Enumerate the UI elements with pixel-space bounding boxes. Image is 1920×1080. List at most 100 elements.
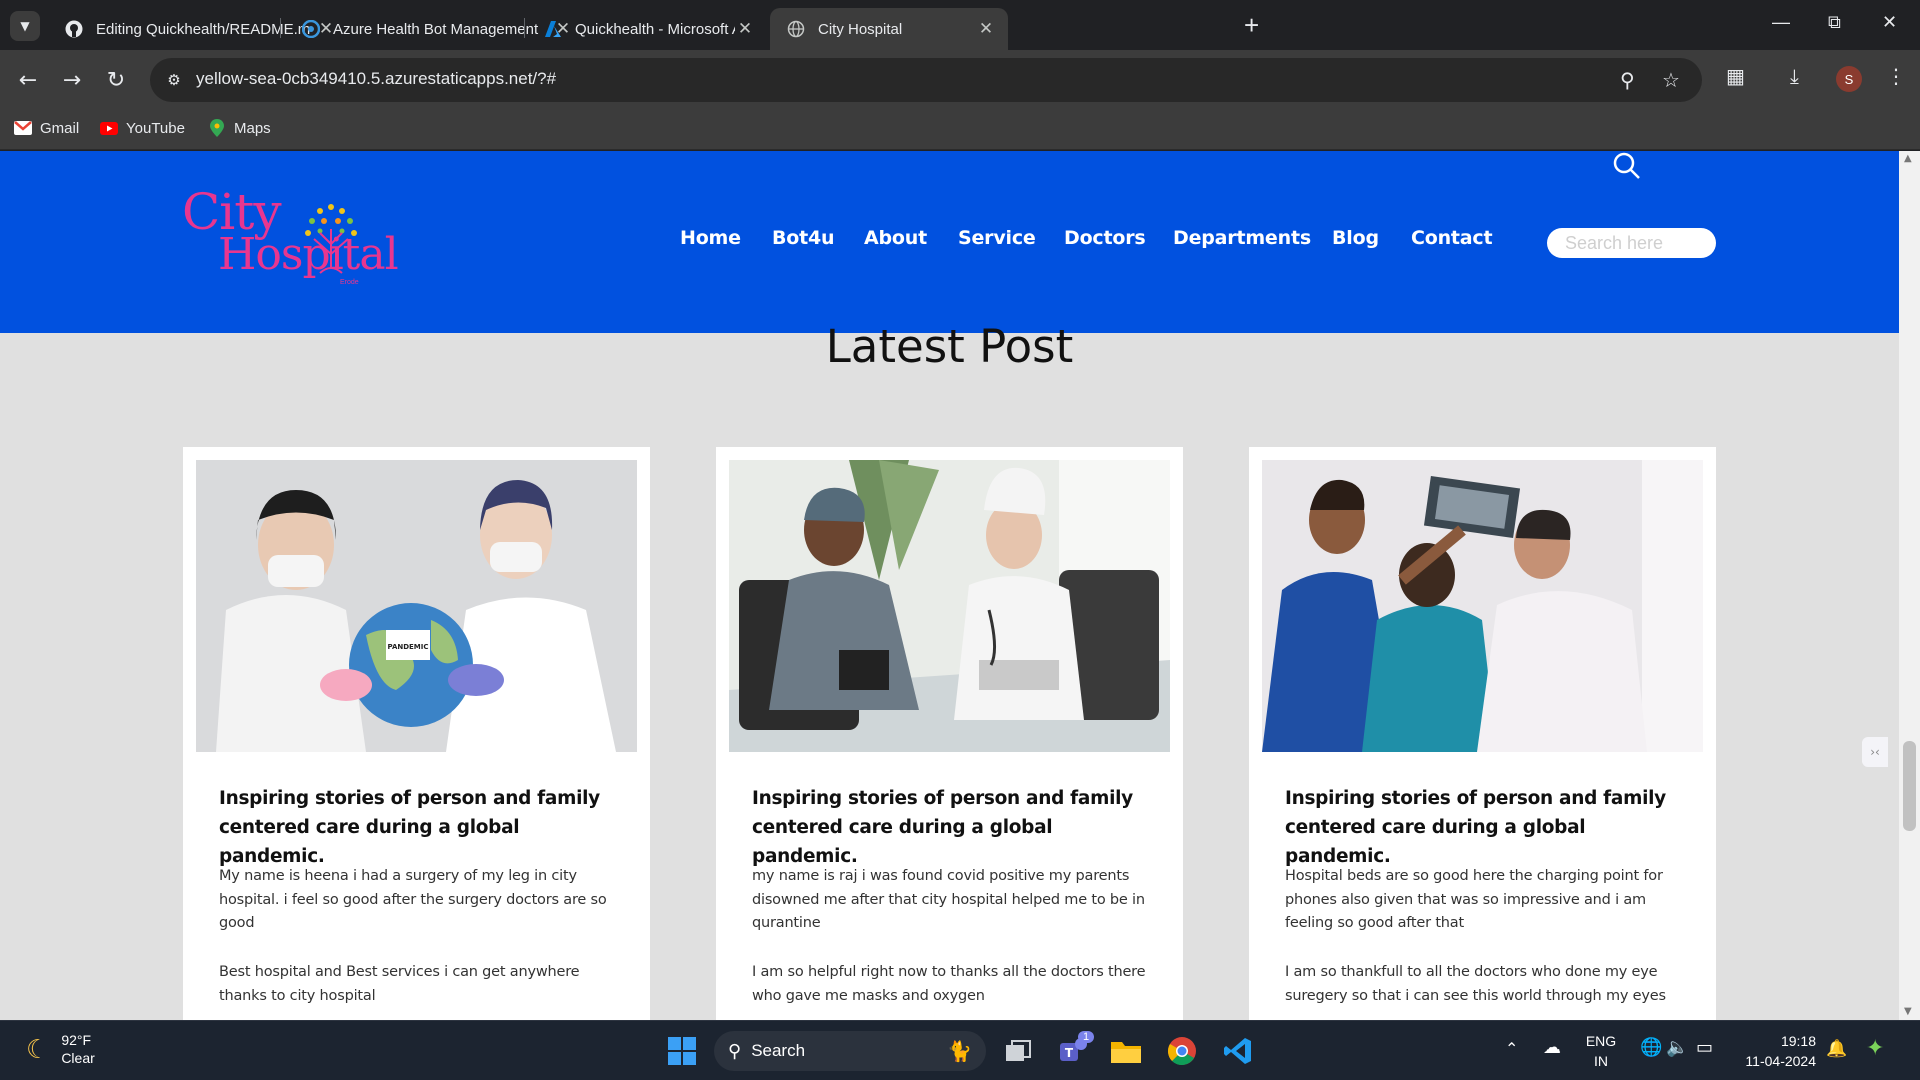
volume-icon[interactable]: 🔈	[1666, 1037, 1688, 1058]
scrollbar-thumb[interactable]	[1903, 741, 1916, 831]
nav-bot4u[interactable]: Bot4u	[772, 227, 835, 249]
youtube-icon	[100, 119, 118, 137]
windows-start-icon[interactable]	[664, 1033, 700, 1069]
back-arrow-icon[interactable]: ←	[12, 64, 44, 96]
address-bar[interactable]: ⚙ yellow-sea-0cb349410.5.azurestaticapps…	[150, 58, 1702, 102]
nav-blog[interactable]: Blog	[1332, 227, 1379, 249]
chevron-down-icon: ▼	[20, 19, 30, 33]
bookmark-label: Maps	[234, 119, 271, 137]
menu-kebab-icon[interactable]: ⋮	[1886, 64, 1906, 88]
github-icon	[64, 19, 84, 39]
chevron-up-icon[interactable]: ⌃	[1505, 1039, 1518, 1059]
vscode-icon[interactable]	[1220, 1033, 1256, 1069]
scroll-up-arrow-icon[interactable]: ▲	[1904, 153, 1912, 164]
taskbar-search[interactable]: ⚲ Search 🐈	[714, 1031, 986, 1071]
copilot-icon[interactable]: ✦	[1866, 1035, 1884, 1061]
browser-toolbar: ← → ↻ ⚙ yellow-sea-0cb349410.5.azurestat…	[0, 50, 1920, 110]
clock-time: 19:18	[1780, 1033, 1816, 1049]
page-scrollbar[interactable]: ▲ ▼	[1899, 151, 1920, 1020]
tab-divider	[280, 18, 281, 38]
download-icon[interactable]: ⤓	[1790, 64, 1799, 88]
notification-bell-icon[interactable]: 🔔	[1826, 1039, 1847, 1059]
onedrive-icon[interactable]: ☁	[1543, 1037, 1561, 1058]
moon-icon: ☾	[26, 1033, 50, 1064]
city-hospital-logo[interactable]: City Hospital Erode	[182, 187, 399, 297]
logo-tagline: Erode	[340, 279, 359, 286]
close-icon[interactable]: ✕	[735, 19, 755, 39]
minimize-icon[interactable]: —	[1772, 12, 1790, 33]
search-icon[interactable]	[1612, 151, 1642, 181]
chat-widget-tab[interactable]: ›‹	[1862, 737, 1888, 767]
bookmark-star-icon[interactable]: ☆	[1662, 68, 1680, 92]
nav-service[interactable]: Service	[958, 227, 1036, 249]
tab-city-hospital[interactable]: City Hospital ✕	[770, 8, 1008, 50]
network-icon[interactable]: 🌐	[1640, 1037, 1662, 1058]
post-image-doctors-xray	[1262, 460, 1703, 752]
browser-tab-strip: ▼ Editing Quickhealth/README.m ✕ Azure H…	[0, 0, 1920, 50]
scroll-down-arrow-icon[interactable]: ▼	[1904, 1006, 1912, 1017]
nav-about[interactable]: About	[864, 227, 927, 249]
site-header: City Hospital Erode Home Bot4u About Ser…	[0, 151, 1899, 333]
weather-widget[interactable]: ☾ 92°F Clear	[26, 1031, 95, 1067]
search-icon: ⚲	[728, 1040, 742, 1061]
teams-icon[interactable]: T 1	[1054, 1031, 1095, 1069]
taskbar-search-label: Search	[751, 1041, 806, 1060]
maps-pin-icon	[208, 119, 226, 137]
tab-divider	[524, 18, 525, 38]
lang-line-1: ENG	[1585, 1033, 1617, 1049]
bookmark-youtube[interactable]: YouTube	[100, 119, 185, 137]
bookmark-gmail[interactable]: Gmail	[14, 119, 79, 137]
tab-title: Editing Quickhealth/README.m	[96, 20, 311, 38]
weather-temp: 92°F	[61, 1032, 92, 1048]
tab-azure-portal[interactable]: Quickhealth - Microsoft Azure ✕	[527, 8, 767, 50]
chat-icon: ›‹	[1870, 745, 1880, 759]
window-close-icon[interactable]: ✕	[1882, 12, 1897, 33]
search-highlight-icon: 🐈	[947, 1040, 972, 1063]
post-title[interactable]: Inspiring stories of person and family c…	[219, 784, 619, 871]
post-image-doctors-globe: PANDEMIC	[196, 460, 637, 752]
tab-title: Azure Health Bot Management	[333, 20, 539, 38]
site-settings-icon[interactable]: ⚙	[162, 68, 186, 92]
post-title[interactable]: Inspiring stories of person and family c…	[1285, 784, 1685, 871]
chrome-icon[interactable]	[1164, 1033, 1200, 1069]
svg-text:T: T	[1065, 1046, 1074, 1060]
health-bot-icon	[301, 19, 321, 39]
reload-icon[interactable]: ↻	[100, 64, 132, 96]
task-view-icon[interactable]	[1000, 1033, 1036, 1069]
post-paragraph: My name is heena i had a surgery of my l…	[219, 868, 607, 931]
teams-badge: 1	[1078, 1031, 1095, 1043]
nav-doctors[interactable]: Doctors	[1064, 227, 1146, 249]
post-paragraph: I am so helpful right now to thanks all …	[752, 964, 1146, 1004]
new-tab-button[interactable]: +	[1244, 10, 1259, 40]
page-viewport: City Hospital Erode Home Bot4u About Ser…	[0, 151, 1920, 1020]
lang-line-2: IN	[1594, 1053, 1608, 1069]
forward-arrow-icon[interactable]: →	[56, 64, 88, 96]
restore-icon[interactable]: ⧉	[1828, 12, 1841, 33]
url-text[interactable]: yellow-sea-0cb349410.5.azurestaticapps.n…	[196, 69, 556, 89]
section-title: Latest Post	[825, 320, 1074, 373]
extensions-icon[interactable]: ▦	[1726, 64, 1745, 88]
battery-icon[interactable]: ▭	[1696, 1037, 1713, 1058]
gmail-icon	[14, 119, 32, 137]
azure-icon	[543, 19, 563, 39]
system-clock[interactable]: 19:18 11-04-2024	[1738, 1031, 1816, 1071]
nav-contact[interactable]: Contact	[1411, 227, 1493, 249]
post-card[interactable]: Inspiring stories of person and family c…	[716, 447, 1183, 1020]
post-card[interactable]: PANDEMIC Inspiring stories of person and…	[183, 447, 650, 1020]
bookmark-maps[interactable]: Maps	[208, 119, 271, 137]
nav-home[interactable]: Home	[680, 227, 741, 249]
tree-logo-icon	[305, 204, 357, 274]
site-search-input[interactable]: Search here	[1547, 228, 1716, 258]
windows-taskbar: ☾ 92°F Clear ⚲ Search 🐈 T 1 ⌃ ☁ ENG IN 🌐…	[0, 1020, 1920, 1080]
zoom-icon[interactable]: ⚲	[1620, 68, 1635, 92]
post-paragraph: Hospital beds are so good here the charg…	[1285, 868, 1663, 931]
file-explorer-icon[interactable]	[1108, 1033, 1144, 1069]
profile-avatar[interactable]: S	[1836, 66, 1862, 92]
tab-search-button[interactable]: ▼	[10, 11, 40, 41]
close-icon[interactable]: ✕	[976, 19, 996, 39]
language-indicator[interactable]: ENG IN	[1583, 1031, 1619, 1071]
nav-departments[interactable]: Departments	[1173, 227, 1311, 249]
bookmarks-bar: Gmail YouTube Maps	[0, 110, 1920, 150]
post-title[interactable]: Inspiring stories of person and family c…	[752, 784, 1152, 871]
post-card[interactable]: Inspiring stories of person and family c…	[1249, 447, 1716, 1020]
